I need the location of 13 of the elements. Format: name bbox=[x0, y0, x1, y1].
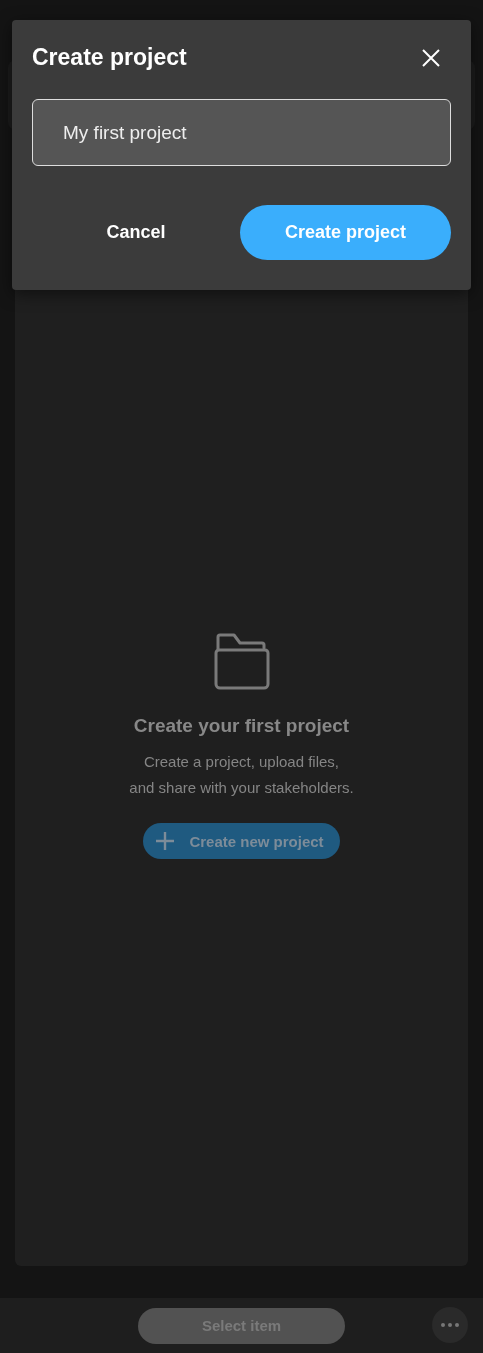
create-new-project-button[interactable]: Create new project bbox=[143, 823, 340, 859]
dialog-title: Create project bbox=[32, 44, 187, 71]
close-icon bbox=[422, 48, 440, 67]
more-icon bbox=[440, 1322, 460, 1328]
empty-state-description: Create a project, upload files, and share with your stakeholders. bbox=[129, 752, 354, 798]
more-button[interactable] bbox=[432, 1307, 468, 1343]
create-project-button[interactable]: Create project bbox=[240, 205, 451, 260]
empty-state-title: Create your first project bbox=[133, 715, 350, 737]
project-name-field[interactable]: My first project bbox=[32, 99, 451, 166]
cancel-button[interactable]: Cancel bbox=[32, 205, 241, 260]
close-button[interactable] bbox=[422, 48, 440, 67]
folder-icon bbox=[213, 633, 270, 691]
plus-icon bbox=[155, 831, 176, 851]
